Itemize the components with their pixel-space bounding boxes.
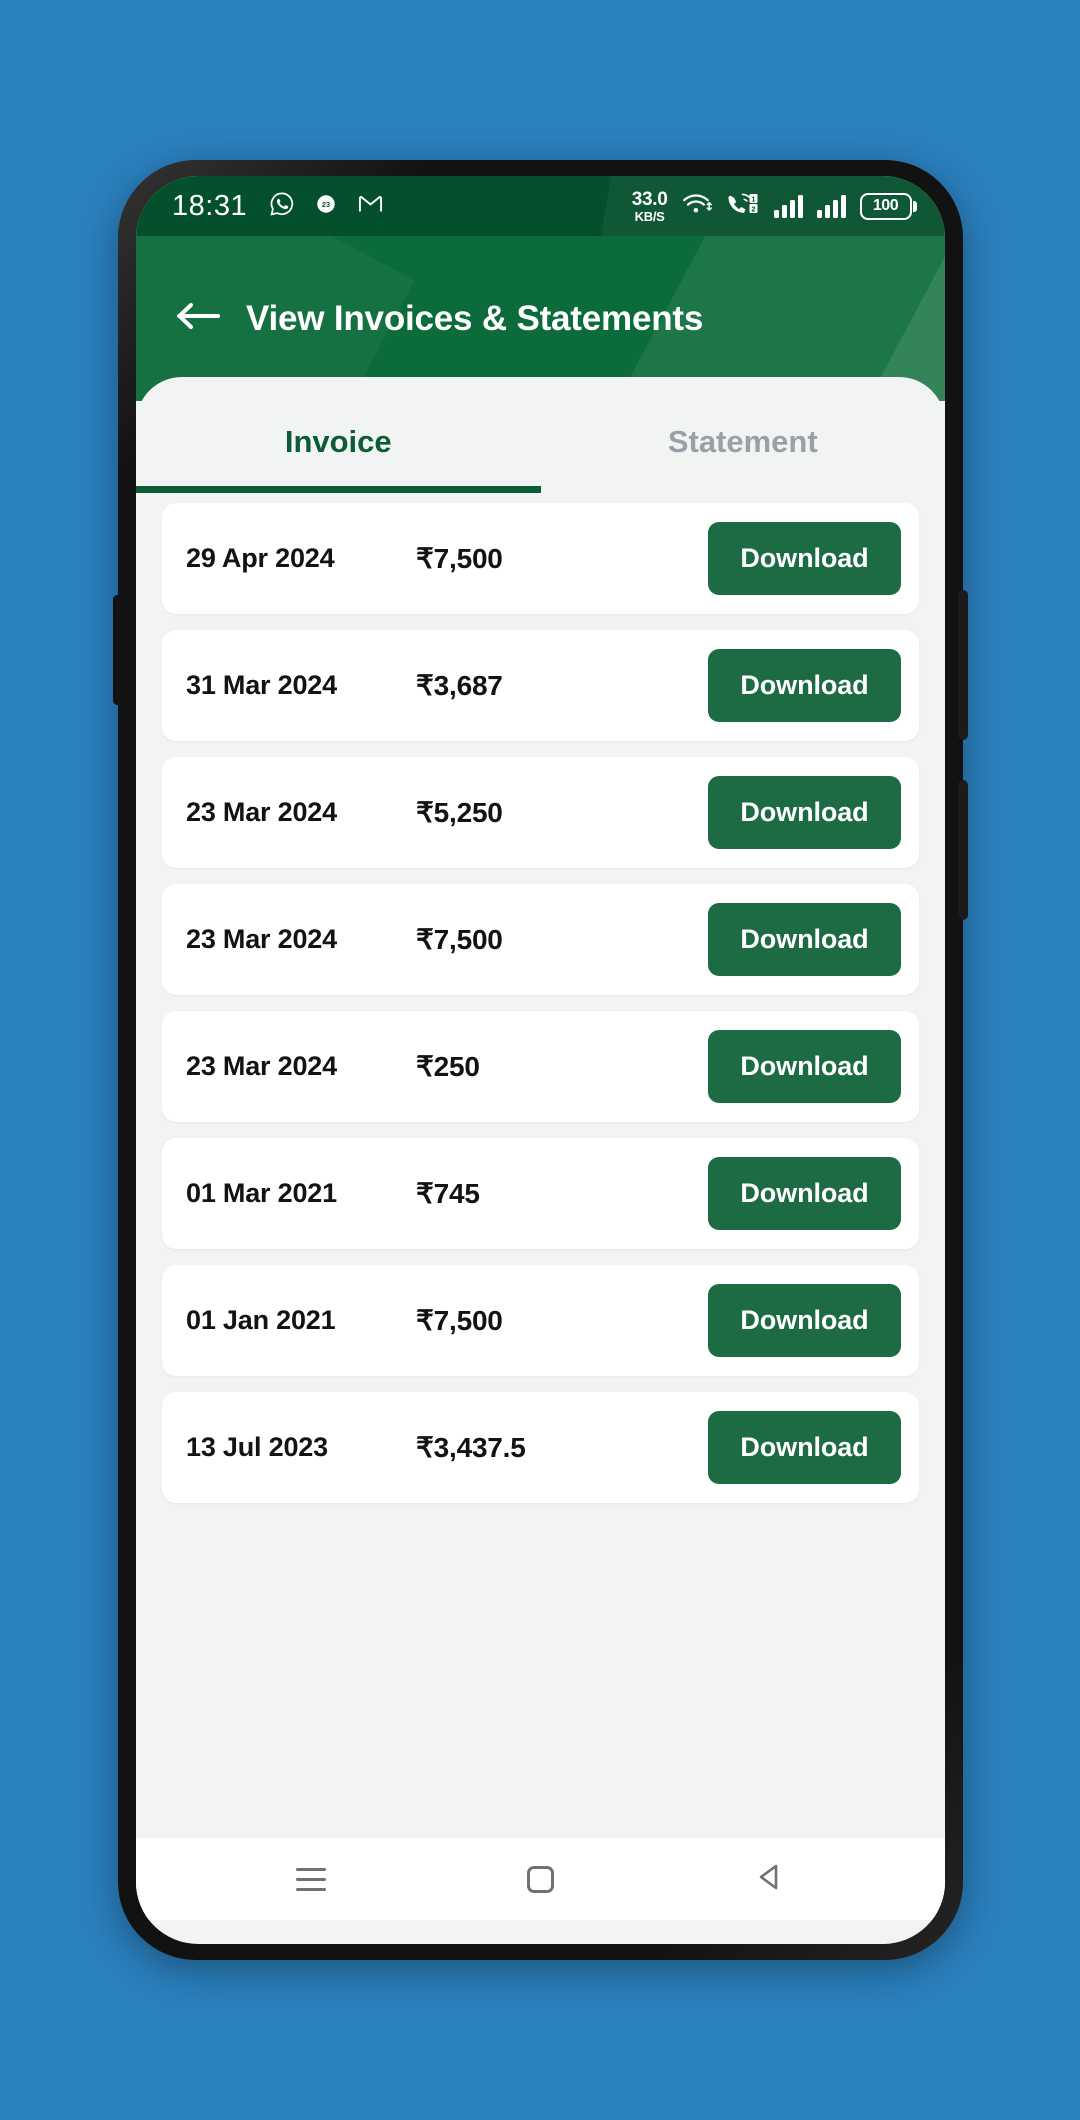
invoice-amount: ₹250 [416, 1051, 480, 1082]
invoice-row: 23 Mar 2024 ₹7,500 Download [162, 884, 919, 995]
invoice-row: 31 Mar 2024 ₹3,687 Download [162, 630, 919, 741]
phone-device: 18:31 23 33.0 KB/S 1 2 100 View Invoices… [113, 160, 968, 1960]
download-button[interactable]: Download [708, 522, 901, 595]
invoice-list: 29 Apr 2024 ₹7,500 Download 31 Mar 2024 ₹3,6… [136, 493, 945, 1838]
invoice-date: 23 Mar 2024 [186, 924, 337, 954]
download-button[interactable]: Download [708, 1411, 901, 1484]
invoice-amount: ₹3,437.5 [416, 1432, 526, 1463]
svg-text:2: 2 [751, 204, 755, 213]
back-button[interactable] [170, 290, 228, 348]
tab-statement[interactable]: Statement [541, 377, 946, 493]
invoice-row: 01 Jan 2021 ₹7,500 Download [162, 1265, 919, 1376]
signal-bars-sim2-icon [816, 194, 846, 218]
invoice-row: 01 Mar 2021 ₹745 Download [162, 1138, 919, 1249]
clock-badge-icon: 23 [315, 193, 337, 220]
call-sim-icon: 1 2 [726, 191, 760, 222]
invoice-date: 23 Mar 2024 [186, 797, 337, 827]
download-button[interactable]: Download [708, 1157, 901, 1230]
invoice-date: 31 Mar 2024 [186, 670, 337, 700]
whatsapp-icon [269, 191, 295, 222]
invoice-amount: ₹7,500 [416, 1305, 503, 1336]
battery-icon: 100 [859, 192, 917, 220]
invoice-row: 23 Mar 2024 ₹250 Download [162, 1011, 919, 1122]
download-button[interactable]: Download [708, 1284, 901, 1357]
back-triangle-icon [755, 1862, 785, 1897]
arrow-left-icon [176, 299, 222, 338]
invoice-row: 29 Apr 2024 ₹7,500 Download [162, 503, 919, 614]
invoice-row: 13 Jul 2023 ₹3,437.5 Download [162, 1392, 919, 1503]
invoice-date: 01 Jan 2021 [186, 1305, 336, 1335]
download-button[interactable]: Download [708, 776, 901, 849]
tab-bar: Invoice Statement [136, 377, 945, 493]
network-speed-indicator: 33.0 KB/S [632, 190, 668, 223]
android-nav-bar [136, 1838, 945, 1920]
page-title: View Invoices & Statements [246, 298, 704, 338]
network-speed-value: 33.0 [631, 188, 668, 210]
battery-level-label: 100 [872, 197, 899, 214]
invoice-amount: ₹5,250 [416, 797, 503, 828]
recents-icon [295, 1867, 326, 1891]
device-power-button[interactable] [958, 590, 968, 740]
nav-recents-button[interactable] [266, 1849, 356, 1909]
status-bar-notification-icons: 23 [269, 190, 384, 222]
invoice-amount: ₹745 [416, 1178, 480, 1209]
wifi-icon [682, 192, 712, 221]
signal-bars-sim1-icon [773, 194, 803, 218]
download-button[interactable]: Download [708, 903, 901, 976]
invoice-date: 13 Jul 2023 [186, 1432, 328, 1462]
download-button[interactable]: Download [708, 649, 901, 722]
nav-back-button[interactable] [725, 1849, 815, 1909]
tab-invoice[interactable]: Invoice [136, 377, 541, 493]
phone-screen: 18:31 23 33.0 KB/S 1 2 100 View Invoices… [136, 176, 945, 1944]
invoice-date: 29 Apr 2024 [186, 543, 335, 573]
invoice-amount: ₹7,500 [416, 924, 503, 955]
status-bar-clock: 18:31 [172, 189, 248, 222]
svg-text:1: 1 [751, 194, 755, 203]
device-left-button[interactable] [113, 595, 122, 705]
invoice-row: 23 Mar 2024 ₹5,250 Download [162, 757, 919, 868]
device-volume-button[interactable] [958, 780, 968, 920]
status-bar: 18:31 23 33.0 KB/S 1 2 100 [136, 176, 945, 236]
svg-text:23: 23 [322, 200, 330, 209]
home-icon [526, 1865, 554, 1893]
download-button[interactable]: Download [708, 1030, 901, 1103]
content-sheet: Invoice Statement 29 Apr 2024 ₹7,500 Downl… [136, 377, 945, 1920]
status-bar-system-icons: 33.0 KB/S 1 2 100 [632, 190, 917, 223]
invoice-amount: ₹7,500 [416, 543, 503, 574]
network-speed-unit: KB/S [634, 208, 665, 224]
invoice-amount: ₹3,687 [416, 670, 503, 701]
invoice-date: 01 Mar 2021 [186, 1178, 337, 1208]
nav-home-button[interactable] [495, 1849, 585, 1909]
wallpaper-background: 18:31 23 33.0 KB/S 1 2 100 View Invoices… [0, 0, 1080, 2120]
gmail-icon [357, 190, 384, 222]
invoice-date: 23 Mar 2024 [186, 1051, 337, 1081]
